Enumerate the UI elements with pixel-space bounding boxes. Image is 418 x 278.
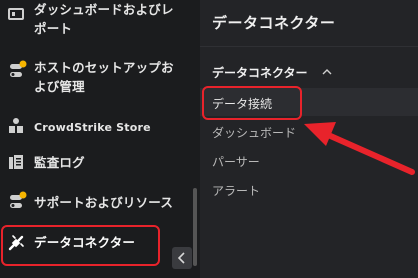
store-icon: [6, 116, 26, 136]
sidebar-item-label-cont: ポート: [34, 21, 73, 36]
audit-log-icon: [6, 152, 26, 172]
chevron-up-icon[interactable]: [322, 68, 332, 75]
sidebar-scrollbar-thumb[interactable]: [193, 188, 197, 266]
collapse-sidebar-button[interactable]: [172, 247, 192, 269]
dashboard-icon: [6, 6, 26, 26]
submenu-item-dashboards[interactable]: ダッシュボード: [212, 124, 296, 141]
sidebar-item-label: CrowdStrike Store: [34, 121, 151, 134]
section-header-data-connector[interactable]: データコネクター: [212, 64, 308, 81]
submenu-item-alerts[interactable]: アラート: [212, 182, 260, 199]
sidebar-item-host-setup[interactable]: ホストのセットアップお よび管理: [0, 54, 186, 96]
sidebar-item-audit-log[interactable]: 監査ログ: [0, 148, 186, 176]
panel-title: データコネクター: [212, 14, 336, 32]
highlight-box-submenu: [202, 86, 302, 120]
panel-divider: [200, 46, 418, 47]
submenu-item-parsers[interactable]: パーサー: [212, 153, 260, 170]
sidebar-item-crowdstrike-store[interactable]: CrowdStrike Store: [0, 112, 186, 140]
annotation-arrow-icon: [304, 122, 415, 175]
support-icon: [6, 190, 27, 210]
sidebar-item-label: ホストのセットアップお: [34, 60, 174, 75]
sidebar: ダッシュボードおよびレ ポート ホストのセットアップお よび管理 CrowdSt…: [0, 0, 200, 278]
chevron-left-icon: [177, 252, 185, 264]
sidebar-item-label: ダッシュボードおよびレ: [34, 2, 174, 17]
host-setup-icon: [6, 60, 27, 80]
sidebar-item-label: サポートおよびリソース: [34, 195, 174, 210]
sidebar-item-support[interactable]: サポートおよびリソース: [0, 188, 186, 216]
sidebar-item-label-cont: よび管理: [34, 79, 85, 94]
sidebar-item-label: 監査ログ: [34, 155, 85, 170]
sidebar-item-dashboards[interactable]: ダッシュボードおよびレ ポート: [0, 0, 186, 42]
highlight-box-sidebar: [1, 225, 160, 266]
